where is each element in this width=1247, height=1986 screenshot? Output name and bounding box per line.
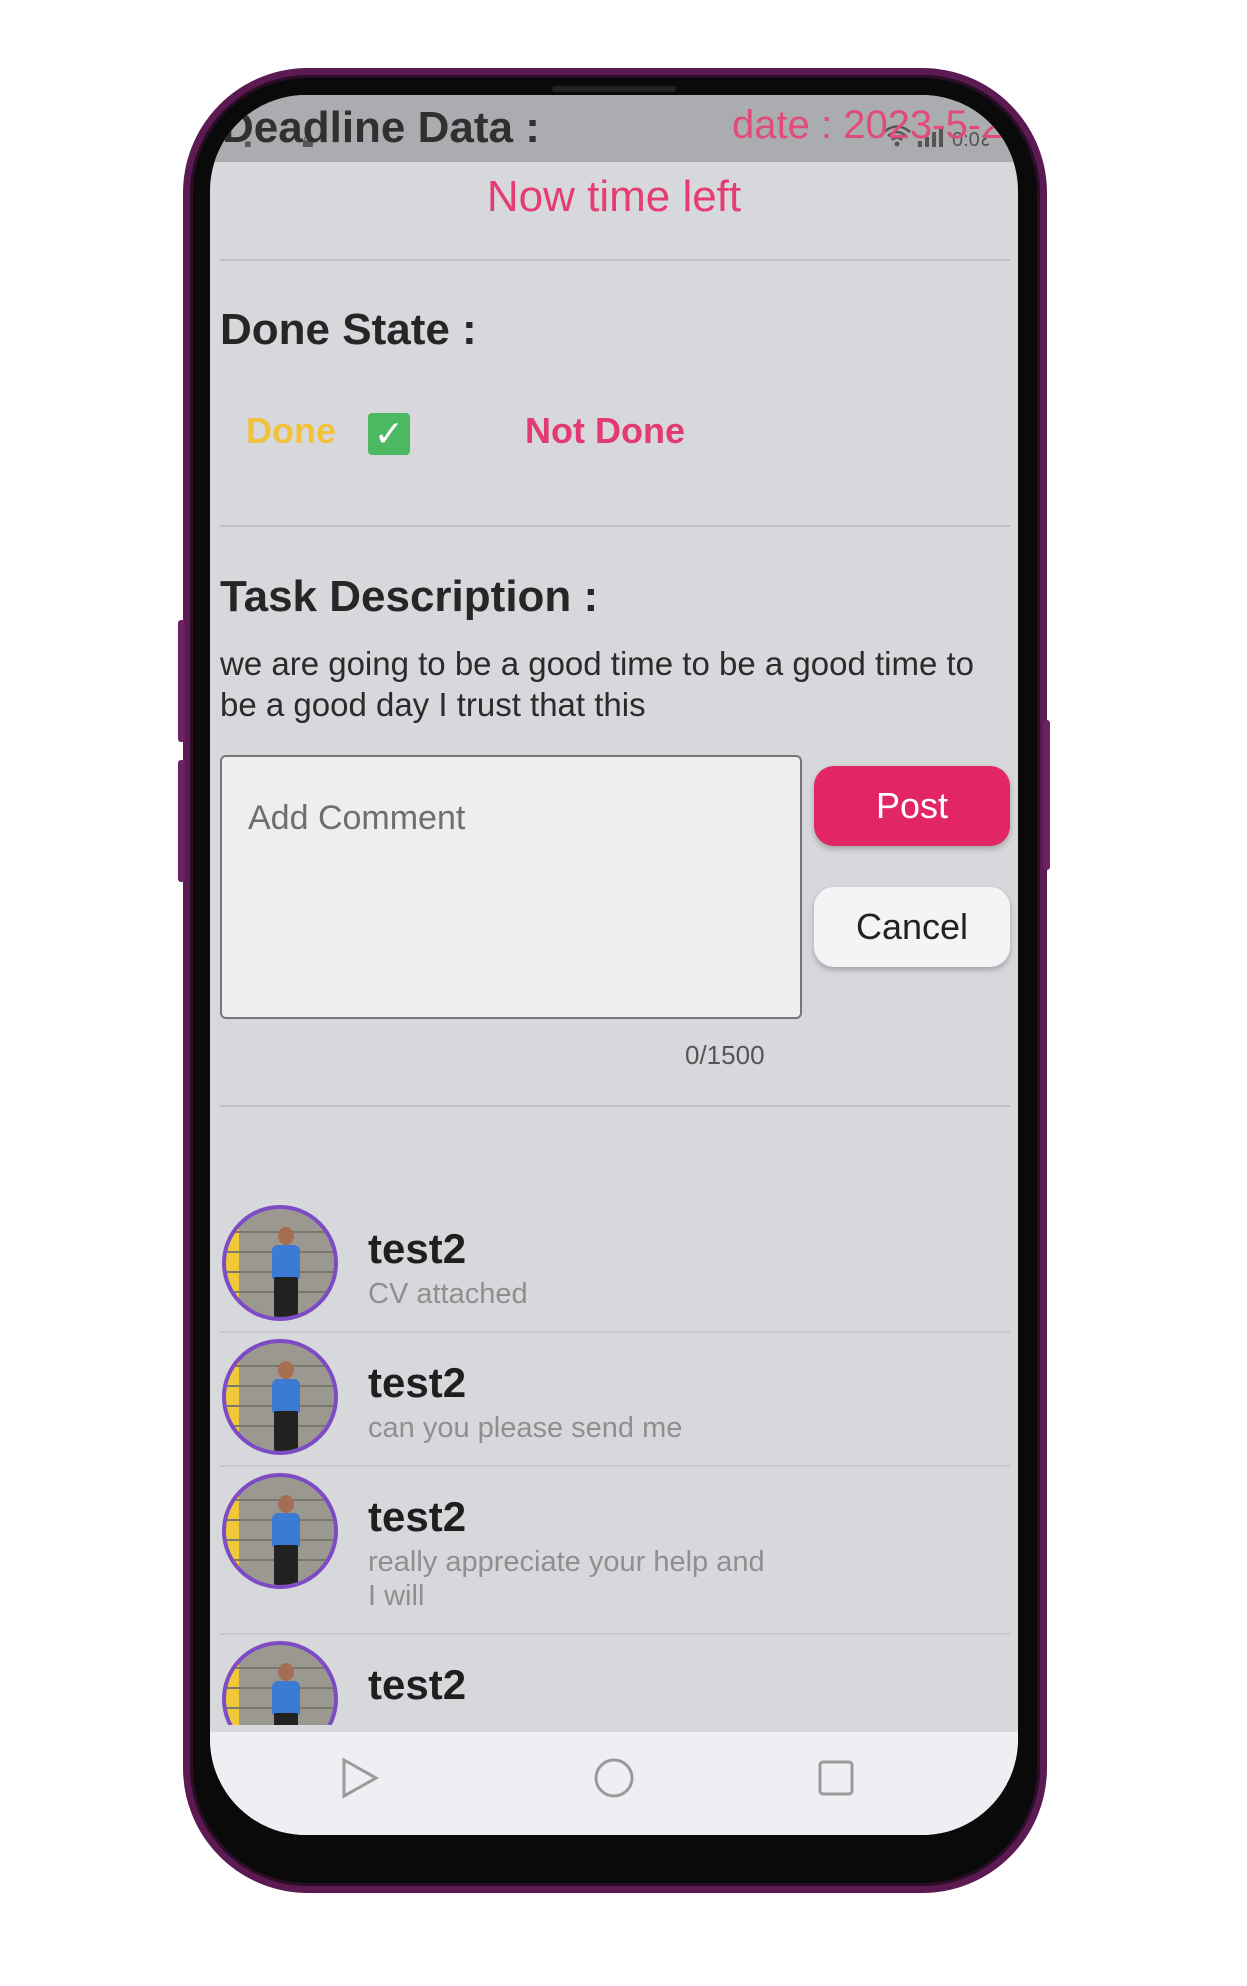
cancel-button[interactable]: Cancel: [814, 887, 1010, 967]
time-left-text: Now time left: [486, 172, 742, 221]
task-description-text: we are going to be a good time to be a g…: [220, 645, 975, 723]
list-item[interactable]: test2 really appreciate your help and I …: [210, 1473, 1018, 1641]
comment-message: really appreciate your help and I will: [368, 1546, 765, 1612]
back-triangle-icon[interactable]: [340, 1756, 380, 1805]
speaker-grille: [552, 86, 676, 92]
list-item[interactable]: test2 can you please send me: [210, 1339, 1018, 1473]
comment-author: test2: [368, 1661, 467, 1708]
avatar[interactable]: [222, 1339, 338, 1455]
divider: [220, 1331, 1010, 1333]
post-button[interactable]: Post: [814, 766, 1010, 846]
not-done-label[interactable]: Not Done: [525, 410, 685, 452]
comment-placeholder: Add Comment: [248, 799, 466, 837]
avatar[interactable]: [222, 1473, 338, 1589]
comment-author: test2: [368, 1225, 467, 1272]
avatar[interactable]: [222, 1641, 338, 1725]
home-circle-icon[interactable]: [592, 1756, 636, 1805]
side-button: [1043, 720, 1050, 870]
task-description-heading: Task Description :: [220, 572, 599, 621]
character-counter: 0/1500: [685, 1040, 765, 1070]
deadline-date: date : 2023-5-28: [732, 103, 1018, 147]
side-button: [178, 620, 185, 742]
divider: [220, 525, 1010, 527]
comment-author: test2: [368, 1493, 467, 1540]
divider: [220, 1465, 1010, 1467]
done-label[interactable]: Done: [246, 410, 336, 452]
phone-screen: ▪ 🔒︎ 0:0٤ Deadline Data : date : 2023-5-…: [210, 95, 1018, 1835]
divider: [220, 1633, 1010, 1635]
done-checkbox[interactable]: ✓: [368, 413, 410, 455]
comment-message: CV attached: [368, 1278, 528, 1310]
side-button: [178, 760, 185, 882]
avatar[interactable]: [222, 1205, 338, 1321]
list-item[interactable]: test2 CV attached: [210, 1205, 1018, 1339]
comment-author: test2: [368, 1359, 467, 1406]
recents-square-icon[interactable]: [816, 1756, 856, 1805]
deadline-label: Deadline Data :: [222, 103, 540, 152]
divider: [220, 1105, 1010, 1107]
done-state-heading: Done State :: [220, 305, 477, 354]
navigation-bar: [210, 1732, 1018, 1835]
list-item[interactable]: test2: [210, 1641, 1018, 1725]
comments-list[interactable]: test2 CV attached test2 can you please s…: [210, 1205, 1018, 1725]
comment-input[interactable]: Add Comment: [220, 755, 802, 1019]
comment-message: can you please send me: [368, 1412, 683, 1444]
divider: [220, 259, 1010, 261]
